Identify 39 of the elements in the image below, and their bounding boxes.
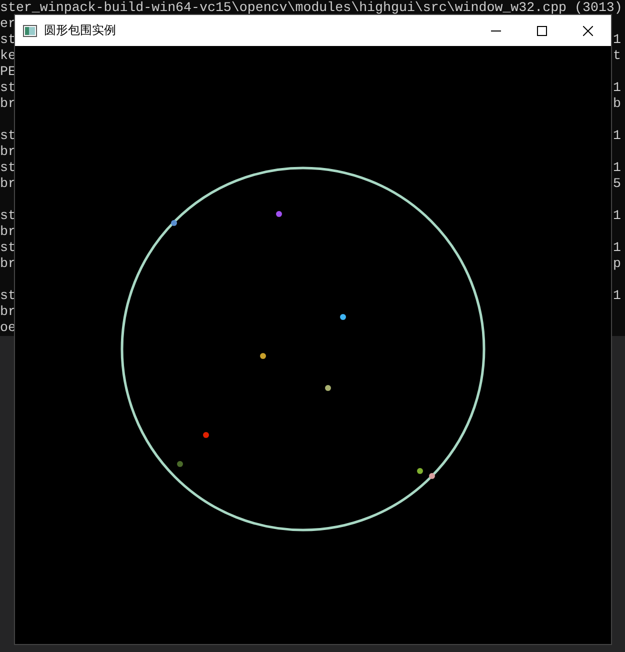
console-line: st <box>0 208 16 224</box>
close-icon <box>583 26 593 36</box>
point-dot <box>260 353 266 359</box>
console-line: t <box>613 48 621 64</box>
console-line: 1 <box>613 32 621 48</box>
maximize-icon <box>537 26 547 36</box>
point-dot <box>177 461 183 467</box>
console-line: st <box>0 32 16 48</box>
window-title: 圆形包围实例 <box>44 22 116 39</box>
console-line: st <box>0 128 16 144</box>
console-line: st <box>0 240 16 256</box>
console-line: p <box>613 256 621 272</box>
point-dot <box>325 385 331 391</box>
point-dot <box>276 211 282 217</box>
console-line: ster_winpack-build-win64-vc15\opencv\modules\highgui\src\window_w32.cpp (3013) <box>0 0 624 16</box>
console-line: 1 <box>613 288 621 304</box>
console-line: br <box>0 224 16 240</box>
point-dot <box>203 432 209 438</box>
console-line: 1 <box>613 128 621 144</box>
console-line: 1 <box>613 160 621 176</box>
console-line: st <box>0 288 16 304</box>
console-line: st <box>0 160 16 176</box>
console-line: er <box>0 16 16 32</box>
console-line: br <box>0 96 16 112</box>
console-line: br <box>0 304 16 320</box>
console-line: 1 <box>613 80 621 96</box>
point-dot <box>340 314 346 320</box>
point-dot <box>171 220 177 226</box>
console-line: br <box>0 256 16 272</box>
app-icon <box>23 24 37 36</box>
console-line: b <box>613 96 621 112</box>
console-line: 1 <box>613 240 621 256</box>
console-line: br <box>0 176 16 192</box>
point-dot <box>429 473 435 479</box>
point-dot <box>417 468 423 474</box>
console-line: br <box>0 144 16 160</box>
console-line: 1 <box>613 208 621 224</box>
console-line: st <box>0 80 16 96</box>
console-line: 5 <box>613 176 621 192</box>
